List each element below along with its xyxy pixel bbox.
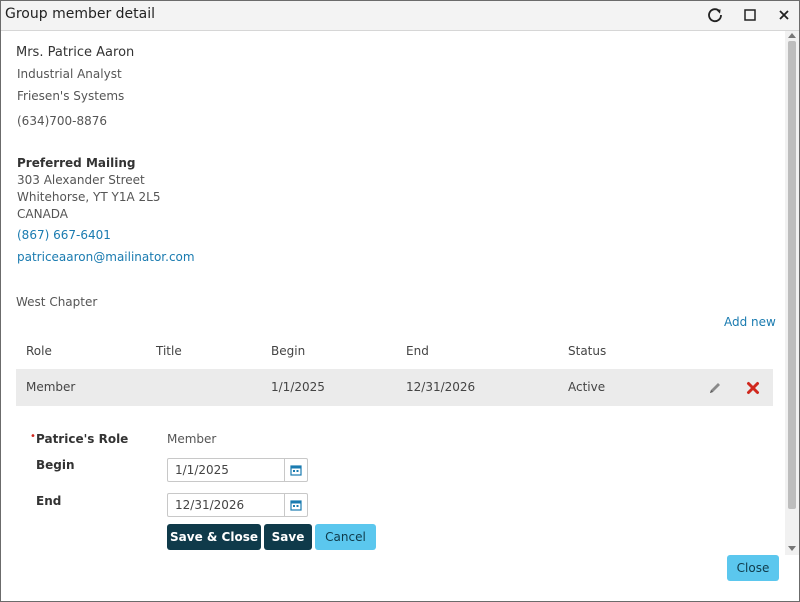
save-button[interactable]: Save <box>264 524 312 550</box>
cell-status: Active <box>568 380 606 394</box>
cell-role: Member <box>26 380 76 394</box>
scroll-up-icon[interactable] <box>788 33 796 38</box>
dialog-window: Group member detail Mrs. Patrice Aaron I… <box>0 0 800 602</box>
member-name: Mrs. Patrice Aaron <box>16 45 135 60</box>
role-form-label: Patrice's Role <box>36 432 129 446</box>
close-button[interactable]: Close <box>727 555 779 581</box>
save-close-button[interactable]: Save & Close <box>167 524 261 550</box>
member-company: Friesen's Systems <box>17 89 125 103</box>
maximize-icon[interactable] <box>738 4 762 26</box>
dialog-title: Group member detail <box>5 6 156 22</box>
close-icon[interactable] <box>772 4 796 26</box>
column-header-end: End <box>406 344 429 358</box>
end-date-field <box>167 493 308 517</box>
dialog-content: Mrs. Patrice Aaron Industrial Analyst Fr… <box>1 31 785 601</box>
refresh-icon[interactable] <box>703 4 727 26</box>
begin-label: Begin <box>36 458 75 472</box>
role-form-value: Member <box>167 432 217 446</box>
member-job-title: Industrial Analyst <box>17 67 122 81</box>
table-row: Member 1/1/2025 12/31/2026 Active <box>16 369 773 406</box>
address-city: Whitehorse, YT Y1A 2L5 <box>17 190 161 204</box>
address-street: 303 Alexander Street <box>17 173 145 187</box>
column-header-title: Title <box>156 344 182 358</box>
email-link[interactable]: patriceaaron@mailinator.com <box>17 250 195 264</box>
end-label: End <box>36 494 62 508</box>
column-header-begin: Begin <box>271 344 306 358</box>
begin-date-field <box>167 458 308 482</box>
address-phone-link[interactable]: (867) 667-6401 <box>17 228 111 242</box>
begin-date-input[interactable] <box>168 459 291 481</box>
title-bar: Group member detail <box>1 1 799 31</box>
edit-pencil-icon[interactable] <box>708 380 722 399</box>
cancel-button[interactable]: Cancel <box>315 524 376 550</box>
calendar-icon[interactable] <box>284 459 307 481</box>
delete-x-icon[interactable] <box>746 380 760 399</box>
address-country: CANADA <box>17 207 69 221</box>
cell-end: 12/31/2026 <box>406 380 476 394</box>
add-new-link[interactable]: Add new <box>724 315 776 329</box>
scroll-down-icon[interactable] <box>788 546 796 551</box>
column-header-role: Role <box>26 344 52 358</box>
column-header-status: Status <box>568 344 607 358</box>
cell-begin: 1/1/2025 <box>271 380 325 394</box>
calendar-icon[interactable] <box>284 494 307 516</box>
address-heading: Preferred Mailing <box>17 156 136 170</box>
scroll-thumb[interactable] <box>788 41 796 509</box>
member-phone: (634)700-8876 <box>17 114 108 128</box>
end-date-input[interactable] <box>168 494 291 516</box>
vertical-scrollbar[interactable] <box>785 31 799 555</box>
group-name: West Chapter <box>16 295 98 309</box>
